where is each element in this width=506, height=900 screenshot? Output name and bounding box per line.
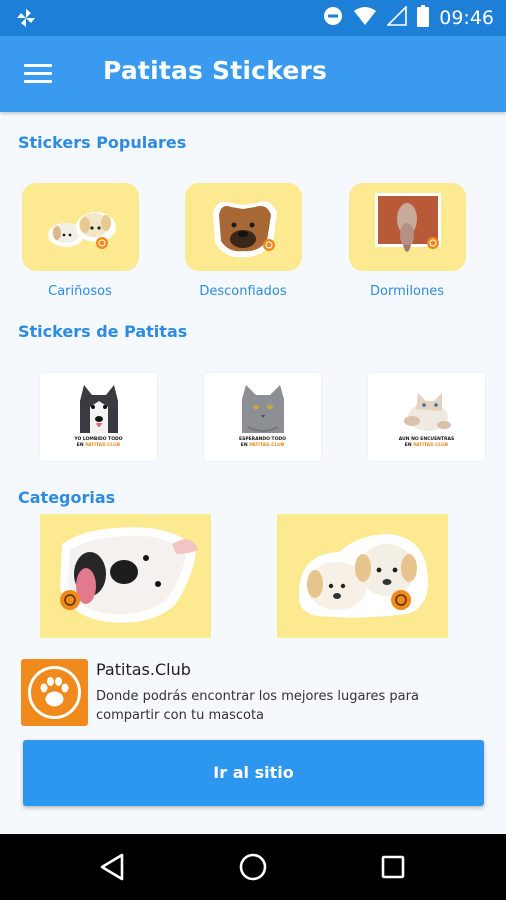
sticker-caption: YO LOMBIDO TODO EN PATITAS.CLUB — [74, 437, 123, 448]
recents-icon[interactable] — [376, 850, 410, 884]
status-bar: 09:46 — [0, 0, 506, 36]
pinwheel-icon — [14, 6, 38, 34]
promo-title: Patitas.Club — [96, 660, 191, 679]
do-not-disturb-icon — [323, 6, 343, 30]
home-icon[interactable] — [236, 850, 270, 884]
go-to-site-button[interactable]: Ir al sitio — [23, 740, 484, 806]
paw-logo-icon — [21, 659, 88, 726]
sticker-caption: ESPERANDO TODO EN PATITAS.CLUB — [239, 437, 286, 448]
patitas-sticker-gray-cat[interactable]: ESPERANDO TODO EN PATITAS.CLUB — [204, 373, 321, 461]
popular-card-desconfiados[interactable] — [185, 183, 302, 271]
white-dog-tongue-sticker — [60, 527, 198, 623]
sleeping-dog-sticker — [375, 193, 441, 252]
popular-card-carinosos[interactable] — [22, 183, 139, 271]
two-puppies-sticker — [48, 212, 116, 249]
signal-icon — [386, 5, 408, 30]
category-card-1[interactable] — [40, 514, 211, 638]
section-title-popular: Stickers Populares — [18, 133, 187, 152]
section-title-patitas: Stickers de Patitas — [18, 322, 188, 341]
gray-cat-sticker — [242, 385, 284, 433]
popular-card-dormilones[interactable] — [349, 183, 466, 271]
popular-label-carinosos[interactable]: Cariñosos — [10, 284, 150, 299]
category-card-2[interactable] — [277, 514, 448, 638]
kitten-sticker — [404, 393, 451, 431]
clock: 09:46 — [439, 7, 494, 29]
popular-label-dormilones[interactable]: Dormilones — [337, 284, 477, 299]
hamburger-menu-icon[interactable] — [24, 62, 54, 86]
wifi-icon — [353, 6, 377, 30]
husky-sticker — [80, 385, 118, 433]
app-title: Patitas Stickers — [103, 56, 328, 85]
promo-description: Donde podrás encontrar los mejores lugar… — [96, 689, 419, 723]
app-bar: Patitas Stickers — [0, 36, 506, 112]
popular-label-desconfiados[interactable]: Desconfiados — [173, 284, 313, 299]
battery-icon — [417, 5, 430, 31]
patitas-sticker-kitten[interactable]: AUN NO ENCUENTRAS EN PATITAS.CLUB — [368, 373, 485, 461]
back-icon[interactable] — [96, 850, 130, 884]
sticker-caption: AUN NO ENCUENTRAS EN PATITAS.CLUB — [398, 437, 455, 448]
section-title-categories: Categorias — [18, 488, 116, 507]
patitas-sticker-husky[interactable]: YO LOMBIDO TODO EN PATITAS.CLUB — [40, 373, 157, 461]
navigation-bar — [0, 834, 506, 900]
golden-puppies-sticker — [298, 534, 429, 618]
boxer-dog-sticker — [213, 201, 277, 258]
